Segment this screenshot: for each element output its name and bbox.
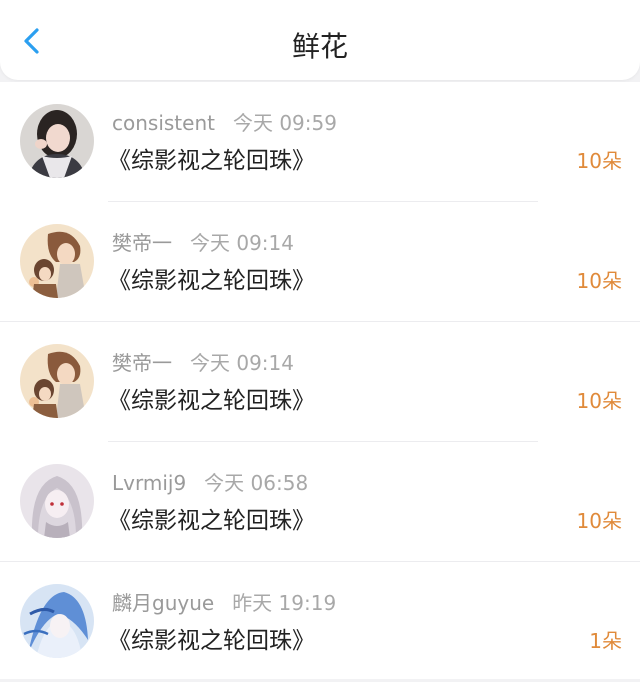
list-item[interactable]: consistent 今天 09:59 《综影视之轮回珠》 10朵 [0,82,640,202]
list-item[interactable]: 樊帝一 今天 09:14 《综影视之轮回珠》 10朵 [0,202,640,322]
book-title[interactable]: 《综影视之轮回珠》 [108,385,315,417]
list-item[interactable]: 樊帝一 今天 09:14 《综影视之轮回珠》 10朵 [0,322,640,442]
username[interactable]: 樊帝一 [112,351,172,375]
timestamp: 今天 09:59 [232,111,337,135]
flower-record-list: consistent 今天 09:59 《综影视之轮回珠》 10朵 樊帝一 今天 0… [0,82,640,679]
username[interactable]: 樊帝一 [112,231,172,255]
flower-count: 10朵 [576,149,622,173]
record-meta: 樊帝一 今天 09:14 [112,350,294,376]
timestamp: 今天 09:14 [190,351,294,375]
flower-count: 10朵 [576,389,622,413]
flower-count: 10朵 [576,509,622,533]
avatar[interactable] [20,344,94,418]
page-title: 鲜花 [291,30,348,63]
record-meta: 麟月guyue 昨天 19:19 [112,590,336,616]
book-title[interactable]: 《综影视之轮回珠》 [108,145,315,177]
avatar[interactable] [20,224,94,298]
avatar[interactable] [20,584,94,658]
timestamp: 今天 06:58 [204,471,309,495]
record-meta: 樊帝一 今天 09:14 [112,230,294,256]
username[interactable]: 麟月guyue [112,591,214,615]
username[interactable]: consistent [112,111,215,135]
book-title[interactable]: 《综影视之轮回珠》 [108,625,315,657]
avatar[interactable] [20,464,94,538]
list-item[interactable]: 麟月guyue 昨天 19:19 《综影视之轮回珠》 1朵 [0,562,640,682]
book-title[interactable]: 《综影视之轮回珠》 [108,505,315,537]
flower-count: 10朵 [576,269,622,293]
timestamp: 昨天 19:19 [232,591,337,615]
avatar[interactable] [20,104,94,178]
top-bar: 鲜花 [0,0,640,80]
record-meta: Lvrmij9 今天 06:58 [112,470,308,496]
username[interactable]: Lvrmij9 [112,471,186,495]
timestamp: 今天 09:14 [190,231,294,255]
record-meta: consistent 今天 09:59 [112,110,337,136]
list-item[interactable]: Lvrmij9 今天 06:58 《综影视之轮回珠》 10朵 [0,442,640,562]
book-title[interactable]: 《综影视之轮回珠》 [108,265,315,297]
flower-count: 1朵 [589,629,622,653]
